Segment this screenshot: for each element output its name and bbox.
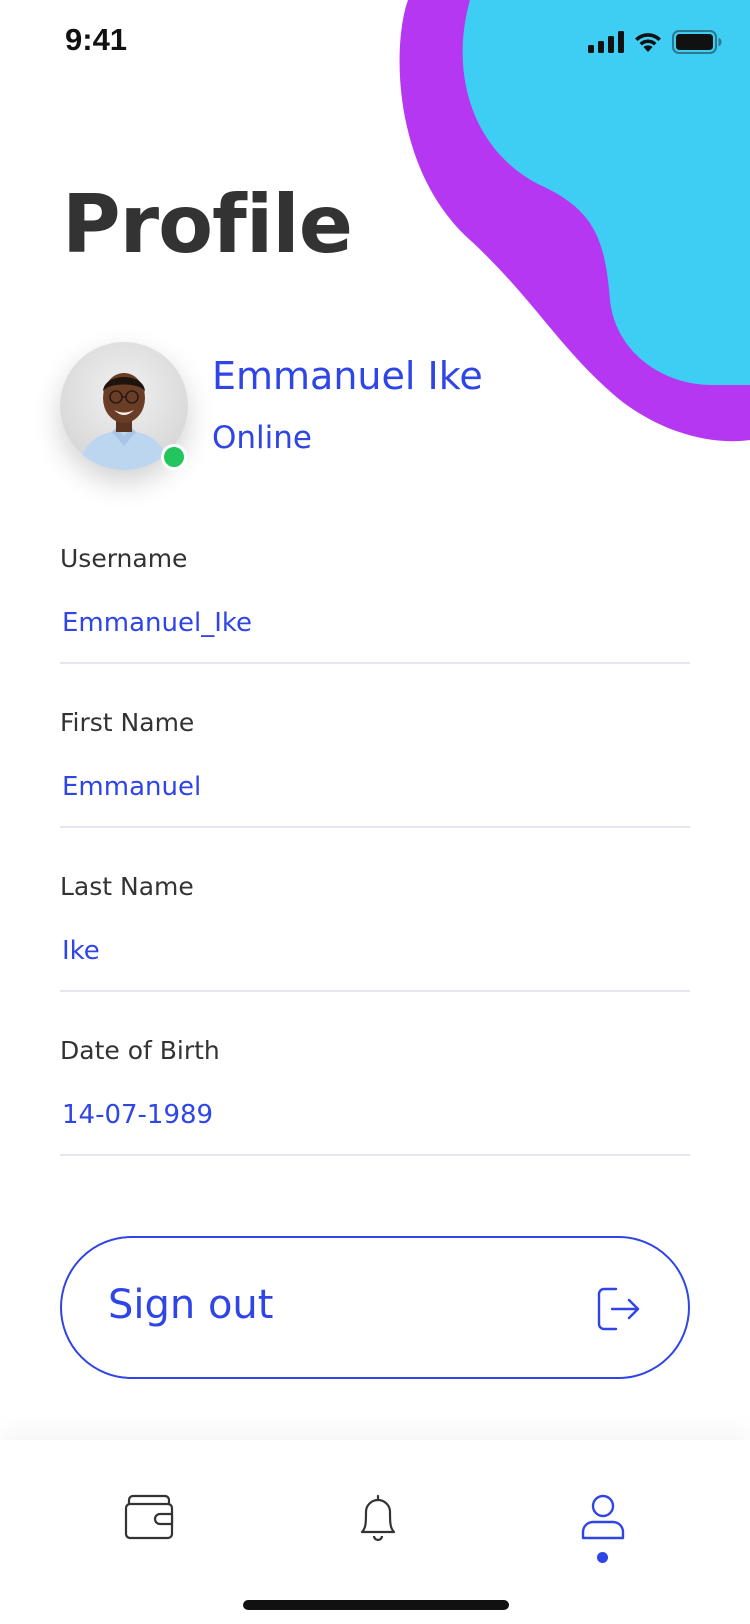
nav-item-profile[interactable]	[573, 1488, 633, 1548]
wifi-icon	[635, 33, 661, 52]
wallet-icon	[124, 1494, 174, 1540]
field-value[interactable]: Emmanuel	[62, 772, 201, 802]
nav-item-notifications[interactable]	[348, 1488, 408, 1548]
online-status-dot	[161, 444, 187, 470]
field-label: Username	[60, 544, 188, 573]
date-of-birth-field[interactable]: Date of Birth 14-07-1989	[60, 1036, 690, 1156]
username-field[interactable]: Username Emmanuel_Ike	[60, 544, 690, 664]
status-icons	[588, 30, 722, 54]
status-time: 9:41	[65, 22, 128, 57]
battery-icon	[672, 30, 722, 54]
signal-icon	[588, 31, 624, 53]
logout-icon	[597, 1287, 640, 1331]
field-value[interactable]: 14-07-1989	[62, 1100, 213, 1130]
field-value[interactable]: Ike	[62, 936, 100, 966]
bell-icon	[360, 1494, 396, 1542]
sign-out-label: Sign out	[108, 1282, 274, 1328]
field-label: Date of Birth	[60, 1036, 220, 1065]
profile-status: Online	[212, 420, 312, 456]
sign-out-button[interactable]: Sign out	[60, 1236, 690, 1379]
field-label: First Name	[60, 708, 195, 737]
field-label: Last Name	[60, 872, 194, 901]
last-name-field[interactable]: Last Name Ike	[60, 872, 690, 992]
first-name-field[interactable]: First Name Emmanuel	[60, 708, 690, 828]
field-value[interactable]: Emmanuel_Ike	[62, 608, 252, 638]
bottom-nav	[0, 1440, 750, 1624]
home-indicator[interactable]	[243, 1600, 509, 1610]
nav-item-wallet[interactable]	[121, 1488, 181, 1548]
user-icon	[581, 1494, 625, 1540]
profile-name: Emmanuel Ike	[212, 354, 483, 398]
active-indicator-dot	[597, 1552, 608, 1563]
page-title: Profile	[62, 178, 353, 271]
